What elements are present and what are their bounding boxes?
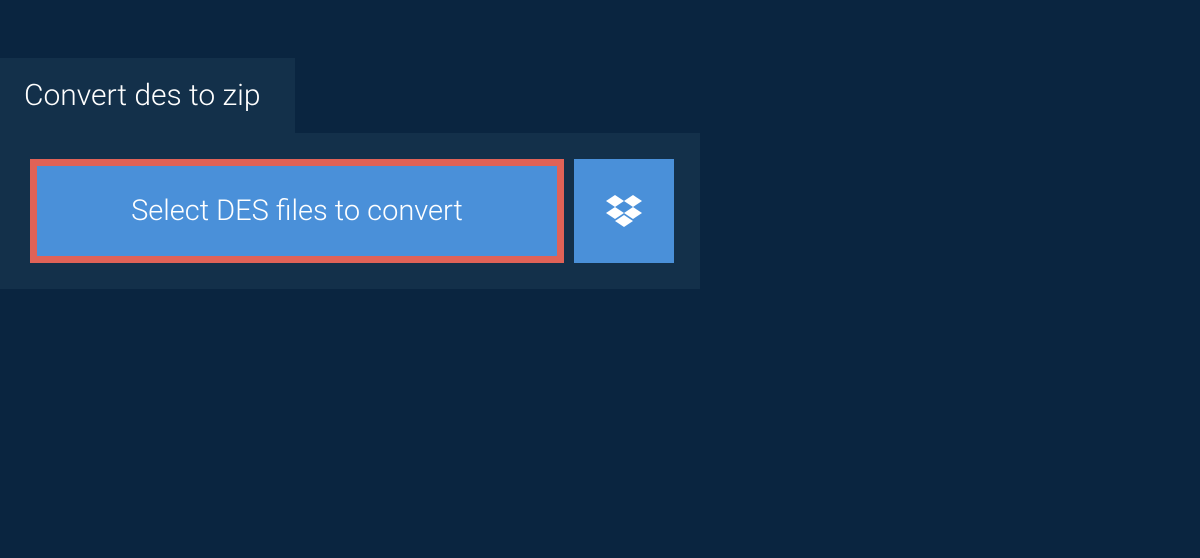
tab-container: Convert des to zip — [0, 58, 1200, 133]
select-files-button[interactable]: Select DES files to convert — [30, 159, 564, 263]
upload-panel: Select DES files to convert — [0, 133, 700, 289]
tab-label: Convert des to zip — [24, 78, 261, 113]
tab-convert[interactable]: Convert des to zip — [0, 58, 295, 133]
dropbox-button[interactable] — [574, 159, 674, 263]
dropbox-icon — [606, 195, 642, 227]
select-files-label: Select DES files to convert — [131, 194, 463, 228]
